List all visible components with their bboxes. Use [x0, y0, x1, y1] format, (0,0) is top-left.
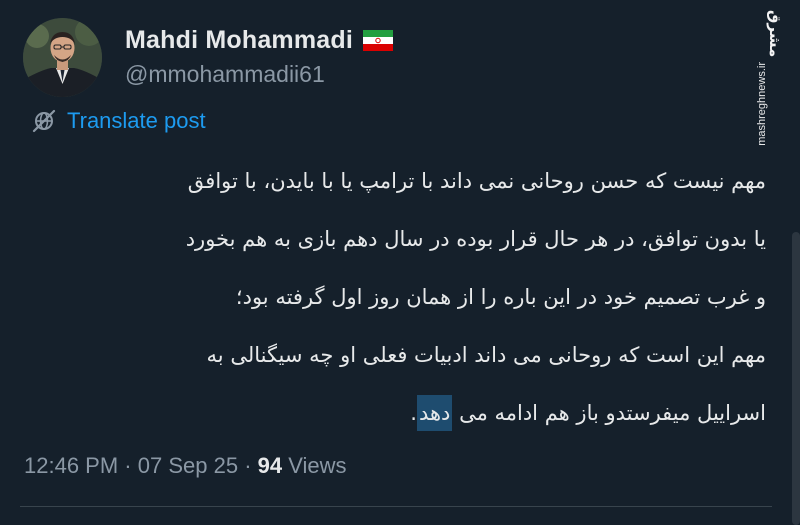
meta-separator: · — [124, 453, 132, 478]
translate-post-label[interactable]: Translate post — [67, 108, 206, 134]
watermark-logo: مشرق — [766, 10, 784, 58]
author-name-row: Mahdi Mohammadi — [125, 26, 394, 55]
author-handle[interactable]: @mmohammadii61 — [125, 61, 325, 88]
meta-separator: · — [244, 453, 252, 478]
scrollbar[interactable] — [792, 232, 800, 525]
selected-text-highlight[interactable]: دهد — [416, 395, 453, 431]
post-time[interactable]: 12:46 PM — [24, 453, 118, 478]
tweet-line-5-prefix: اسراییل میفرستدو باز هم ادامه می — [452, 401, 766, 425]
post-date[interactable]: 07 Sep 25 — [138, 453, 238, 478]
author-display-name[interactable]: Mahdi Mohammadi — [125, 26, 353, 55]
watermark-site: mashreghnews.ir — [756, 62, 768, 146]
tweet-line-2: یا بدون توافق، در هر حال قرار بوده در سا… — [185, 227, 766, 251]
tweet-line-1: مهم نیست که حسن روحانی نمی داند با ترامپ… — [187, 169, 766, 193]
tweet-text: مهم نیست که حسن روحانی نمی داند با ترامپ… — [24, 152, 766, 442]
translate-post-button[interactable]: Translate post — [31, 108, 206, 134]
tweet-line-5-suffix: . — [410, 401, 417, 425]
post-meta: 12:46 PM · 07 Sep 25 · 94 Views — [24, 453, 347, 479]
iran-flag-icon — [363, 30, 394, 51]
tweet-line-5: اسراییل میفرستدو باز هم ادامه می دهد. — [24, 384, 766, 442]
divider — [20, 506, 772, 507]
tweet-line-4: مهم این است که روحانی می داند ادبیات فعل… — [206, 343, 766, 367]
globe-slash-icon — [32, 109, 56, 133]
tweet-line-3: و غرب تصمیم خود در این باره را از همان ر… — [235, 285, 766, 309]
avatar-image — [23, 18, 102, 97]
views-label: Views — [288, 453, 347, 478]
views-count: 94 — [257, 453, 283, 478]
avatar[interactable] — [23, 18, 102, 97]
watermark: مشرق mashreghnews.ir — [746, 6, 790, 146]
